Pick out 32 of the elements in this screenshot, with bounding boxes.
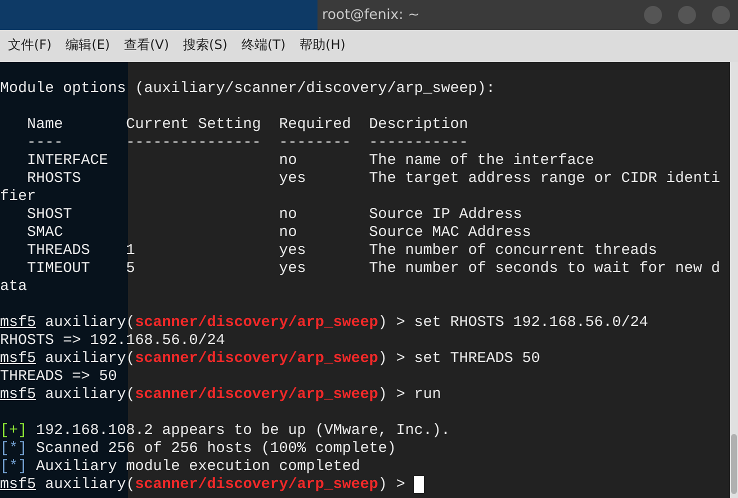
menu-item[interactable]: 终端(T) xyxy=(241,36,296,56)
terminal-line: fier xyxy=(0,188,36,206)
prompt-line: msf5 auxiliary(scanner/discovery/arp_sweep) > xyxy=(0,476,406,494)
terminal-line: [*] Auxiliary module execution completed xyxy=(0,458,360,476)
prompt-line: msf5 auxiliary(scanner/discovery/arp_sweep) > run xyxy=(0,386,442,404)
prompt-line: msf5 auxiliary(scanner/discovery/arp_sweep) > set THREADS 50 xyxy=(0,350,540,368)
menu-item[interactable]: 查看(V) xyxy=(124,36,180,56)
menu-item[interactable]: 编辑(E) xyxy=(66,36,120,56)
menu-item[interactable]: 搜索(S) xyxy=(183,36,238,56)
prompt-line: msf5 auxiliary(scanner/discovery/arp_sweep) > set RHOSTS 192.168.56.0/24 xyxy=(0,314,648,332)
terminal-line: INTERFACE no The name of the interface xyxy=(26,152,594,170)
terminal-line: ---- --------------- -------- ----------- xyxy=(26,134,468,152)
window-title: root@fenix: ~ xyxy=(322,6,420,24)
maximize-button[interactable] xyxy=(678,6,696,24)
terminal-line: THREADS => 50 xyxy=(0,368,118,386)
terminal-line: ata xyxy=(0,278,28,296)
terminal-line: [*] Scanned 256 of 256 hosts (100% complete) xyxy=(0,440,396,458)
scrollbar[interactable] xyxy=(730,62,738,498)
minimize-button[interactable] xyxy=(644,6,662,24)
menu-item[interactable]: 帮助(H) xyxy=(300,36,356,56)
terminal-line: Module options (auxiliary/scanner/discovery/arp_sweep): xyxy=(0,80,496,98)
close-button[interactable] xyxy=(712,6,730,24)
terminal-line: SHOST no Source IP Address xyxy=(26,206,522,224)
terminal-line: Name Current Setting Required Description xyxy=(26,116,468,134)
terminal-line: [+] 192.168.108.2 appears to be up (VMware, Inc.). xyxy=(0,422,450,440)
terminal-line: THREADS 1 yes The number of concurrent threads xyxy=(26,242,658,260)
terminal-line: RHOSTS => 192.168.56.0/24 xyxy=(0,332,226,350)
terminal-line: SMAC no Source MAC Address xyxy=(26,224,532,242)
menu-item[interactable]: 文件(F) xyxy=(8,36,62,56)
terminal-line: TIMEOUT 5 yes The number of seconds to wait for new d xyxy=(26,260,720,278)
scrollbar-thumb[interactable] xyxy=(731,434,737,494)
terminal-line: RHOSTS yes The target address range or CIDR identi xyxy=(26,170,720,188)
